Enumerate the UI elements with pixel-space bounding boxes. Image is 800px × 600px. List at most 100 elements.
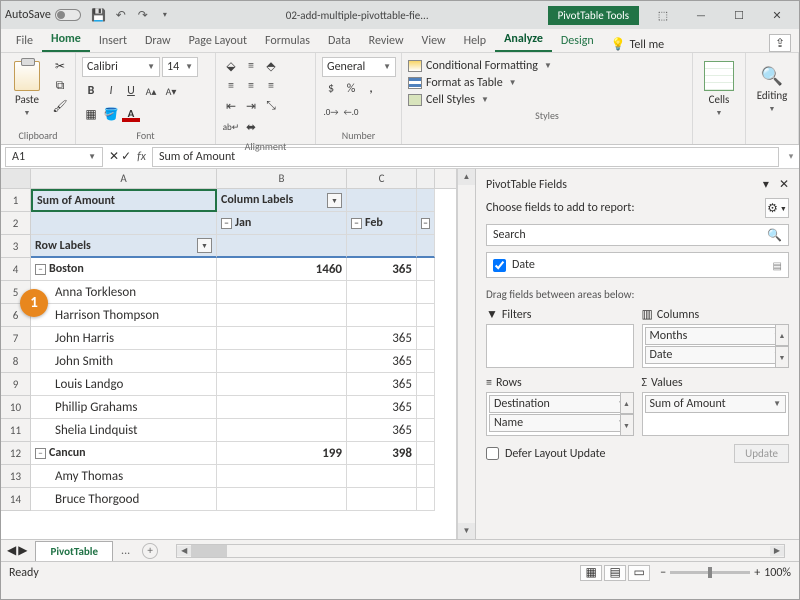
- scroll-down-icon[interactable]: ▼: [458, 523, 475, 539]
- page-layout-view-button[interactable]: ▤: [604, 565, 626, 581]
- format-as-table-button[interactable]: Format as Table▼: [408, 76, 686, 90]
- zoom-slider[interactable]: [670, 571, 750, 574]
- editing-menu-button[interactable]: 🔍Editing▼: [752, 57, 792, 121]
- cell[interactable]: [417, 189, 435, 212]
- italic-button[interactable]: I: [102, 82, 120, 100]
- vertical-scrollbar[interactable]: ▲ ▼: [457, 169, 475, 539]
- orientation-button[interactable]: ⤡: [262, 97, 280, 115]
- field-checkbox[interactable]: [493, 259, 506, 272]
- cell-a10[interactable]: Phillip Grahams: [31, 396, 217, 419]
- filter-dropdown-icon[interactable]: ▼: [197, 238, 212, 253]
- cell-c7[interactable]: 365: [347, 327, 417, 350]
- close-button[interactable]: ✕: [759, 4, 795, 26]
- shrink-font-button[interactable]: A▾: [162, 82, 180, 100]
- cell-b1[interactable]: Column Labels▼: [217, 189, 347, 212]
- cell-c5[interactable]: [347, 281, 417, 304]
- tab-draw[interactable]: Draw: [136, 30, 180, 52]
- update-button[interactable]: Update: [734, 444, 789, 463]
- cell[interactable]: [417, 327, 435, 350]
- cell-a1[interactable]: Sum of Amount: [31, 189, 217, 212]
- decrease-decimal-button[interactable]: ←.0: [342, 103, 360, 121]
- tab-analyze[interactable]: Analyze: [495, 28, 552, 52]
- tab-page-layout[interactable]: Page Layout: [180, 30, 256, 52]
- cell-b10[interactable]: [217, 396, 347, 419]
- wrap-text-button[interactable]: ab↵: [222, 118, 240, 136]
- collapse-icon[interactable]: −: [351, 218, 362, 229]
- column-field-months[interactable]: Months▼: [645, 327, 787, 345]
- scroll-left-icon[interactable]: ◀: [177, 546, 191, 556]
- tab-review[interactable]: Review: [360, 30, 413, 52]
- cell[interactable]: [417, 488, 435, 511]
- cell-a2[interactable]: [31, 212, 217, 235]
- field-list-item-date[interactable]: Date ▤: [486, 252, 789, 278]
- rows-dropzone[interactable]: Destination▼ Name▼ ▲▼: [486, 392, 634, 436]
- cell-b7[interactable]: [217, 327, 347, 350]
- cell-b12[interactable]: 199: [217, 442, 347, 465]
- row-header[interactable]: 12: [1, 442, 31, 465]
- collapse-icon[interactable]: −: [221, 218, 232, 229]
- cell[interactable]: [417, 396, 435, 419]
- row-header[interactable]: 2: [1, 212, 31, 235]
- format-painter-button[interactable]: 🖌: [51, 97, 69, 115]
- row-header[interactable]: 4: [1, 258, 31, 281]
- worksheet-grid[interactable]: A B C 1 Sum of Amount Column Labels▼ 2 −…: [1, 169, 457, 539]
- tab-insert[interactable]: Insert: [90, 30, 136, 52]
- cancel-icon[interactable]: ✕: [109, 149, 119, 164]
- column-header-b[interactable]: B: [217, 169, 347, 188]
- cell-c9[interactable]: 365: [347, 373, 417, 396]
- zoom-control[interactable]: − + 100%: [660, 566, 791, 580]
- collapse-icon[interactable]: −: [35, 264, 46, 275]
- cell-b6[interactable]: [217, 304, 347, 327]
- cell-c12[interactable]: 398: [347, 442, 417, 465]
- row-header[interactable]: 1: [1, 189, 31, 212]
- decrease-indent-button[interactable]: ⇤: [222, 97, 240, 115]
- collapse-icon[interactable]: −: [35, 448, 46, 459]
- cell-c3[interactable]: [347, 235, 417, 258]
- comma-button[interactable]: ,: [362, 80, 380, 98]
- cell-c8[interactable]: 365: [347, 350, 417, 373]
- cell[interactable]: [417, 373, 435, 396]
- cell-a3[interactable]: Row Labels▼: [31, 235, 217, 258]
- columns-dropzone[interactable]: Months▼ Date▼ ▲▼: [642, 324, 790, 368]
- field-pane-settings-button[interactable]: ⚙▼: [765, 198, 789, 218]
- sheet-tabs-more[interactable]: ...: [113, 544, 138, 558]
- grow-font-button[interactable]: A▴: [142, 82, 160, 100]
- fill-color-button[interactable]: 🪣: [102, 105, 120, 123]
- value-field-sum[interactable]: Sum of Amount▼: [645, 395, 787, 413]
- cell-a8[interactable]: John Smith: [31, 350, 217, 373]
- field-search-input[interactable]: Search 🔍: [486, 224, 789, 246]
- horizontal-scrollbar[interactable]: ◀ ▶: [176, 544, 785, 558]
- increase-indent-button[interactable]: ⇥: [242, 97, 260, 115]
- spin-down-icon[interactable]: ▼: [775, 346, 789, 368]
- cell[interactable]: [417, 442, 435, 465]
- cell-a5[interactable]: Anna Torkleson: [31, 281, 217, 304]
- cell-b2[interactable]: −Jan: [217, 212, 347, 235]
- collapse-icon[interactable]: −: [421, 218, 430, 229]
- column-header-a[interactable]: A: [31, 169, 217, 188]
- cell[interactable]: [417, 350, 435, 373]
- cell[interactable]: [417, 465, 435, 488]
- maximize-button[interactable]: ☐: [721, 4, 757, 26]
- row-header[interactable]: 10: [1, 396, 31, 419]
- cell-b4[interactable]: 1460: [217, 258, 347, 281]
- cell-a13[interactable]: Amy Thomas: [31, 465, 217, 488]
- undo-icon[interactable]: ↶: [113, 7, 129, 23]
- new-sheet-button[interactable]: +: [142, 543, 158, 559]
- align-middle-button[interactable]: ≡: [242, 57, 260, 75]
- tab-home[interactable]: Home: [42, 28, 90, 52]
- cell-c6[interactable]: [347, 304, 417, 327]
- cell[interactable]: [417, 235, 435, 258]
- scroll-thumb[interactable]: [191, 545, 227, 557]
- increase-decimal-button[interactable]: .0→: [322, 103, 340, 121]
- spin-down-icon[interactable]: ▼: [620, 414, 634, 436]
- row-field-name[interactable]: Name▼: [489, 414, 631, 432]
- scroll-right-icon[interactable]: ▶: [770, 546, 784, 556]
- row-header[interactable]: 13: [1, 465, 31, 488]
- row-header[interactable]: 14: [1, 488, 31, 511]
- row-header[interactable]: 11: [1, 419, 31, 442]
- cell-a7[interactable]: John Harris: [31, 327, 217, 350]
- share-button[interactable]: ⇪: [769, 34, 791, 52]
- cell-a12[interactable]: −Cancun: [31, 442, 217, 465]
- align-top-button[interactable]: ⬙: [222, 57, 240, 75]
- cell-b13[interactable]: [217, 465, 347, 488]
